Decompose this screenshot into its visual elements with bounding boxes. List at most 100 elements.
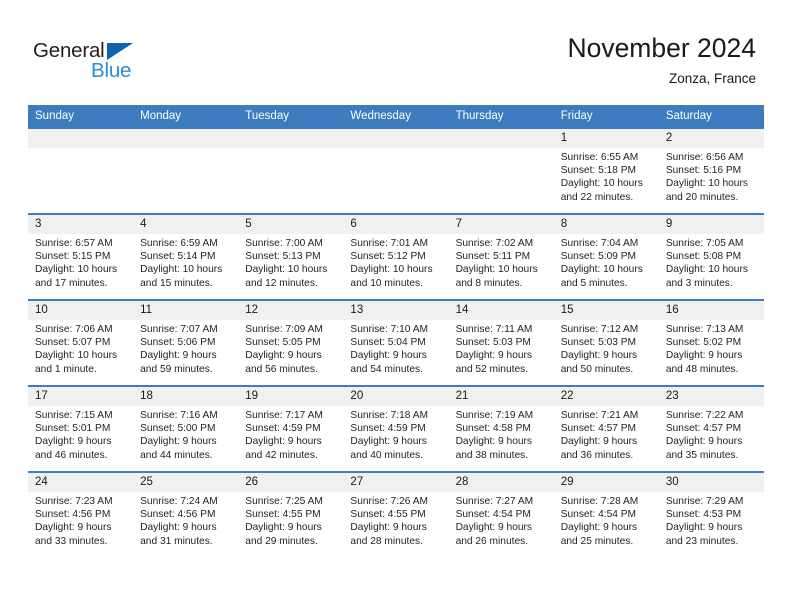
weekday-header-wednesday: Wednesday (343, 105, 449, 128)
day-number (343, 129, 449, 148)
day-detail-line: Sunrise: 7:00 AM (245, 238, 323, 249)
day-detail-line: and 52 minutes. (455, 363, 529, 375)
day-number: 20 (343, 387, 449, 406)
day-detail-line: and 42 minutes. (245, 449, 318, 461)
weekday-header-thursday: Thursday (448, 105, 554, 128)
calendar-day-cell[interactable]: 25 Sunrise: 7:24 AM Sunset: 4:56 PM Dayligh… (133, 471, 239, 557)
weekday-header-monday: Monday (133, 105, 239, 128)
day-detail-line: and 22 minutes. (560, 191, 634, 203)
day-cell-content: 9 Sunrise: 7:05 AM Sunset: 5:08 PM Daylight… (658, 215, 764, 299)
calendar-day-cell[interactable]: 6 Sunrise: 7:01 AM Sunset: 5:12 PM Daylight… (343, 213, 449, 300)
day-detail-line: and 56 minutes. (245, 363, 318, 375)
day-detail-line: Sunset: 5:02 PM (665, 337, 742, 349)
day-detail-line: and 25 minutes. (560, 535, 634, 547)
day-detail-line: Sunset: 5:07 PM (35, 337, 111, 349)
day-details: Sunrise: 7:18 AM Sunset: 4:59 PM Daylight:… (343, 406, 448, 462)
day-detail-line: Sunset: 5:06 PM (140, 337, 216, 349)
calendar-day-cell[interactable]: 26 Sunrise: 7:25 AM Sunset: 4:55 PM Dayligh… (238, 471, 344, 557)
day-cell-content: 21 Sunrise: 7:19 AM Sunset: 4:58 PM Dayligh… (448, 387, 554, 471)
day-cell-content: 10 Sunrise: 7:06 AM Sunset: 5:07 PM Dayligh… (28, 301, 134, 385)
day-details: Sunrise: 7:12 AM Sunset: 5:03 PM Daylight:… (554, 320, 659, 376)
day-details: Sunrise: 7:01 AM Sunset: 5:12 PM Daylight:… (343, 234, 448, 290)
day-details: Sunrise: 7:10 AM Sunset: 5:04 PM Daylight:… (343, 320, 448, 376)
day-detail-line: Sunrise: 7:01 AM (350, 238, 429, 249)
calendar-day-cell[interactable]: 8 Sunrise: 7:04 AM Sunset: 5:09 PM Daylight… (553, 213, 659, 300)
day-detail-line: Sunset: 5:03 PM (560, 337, 637, 349)
day-number: 9 (658, 215, 764, 234)
day-number: 19 (238, 387, 344, 406)
day-detail-line: and 59 minutes. (140, 363, 213, 375)
day-detail-line: Daylight: 10 hours (560, 178, 643, 190)
calendar-day-cell[interactable]: 15 Sunrise: 7:12 AM Sunset: 5:03 PM Dayligh… (553, 299, 659, 386)
day-detail-line: Sunset: 4:57 PM (560, 423, 637, 435)
calendar-day-cell[interactable]: 12 Sunrise: 7:09 AM Sunset: 5:05 PM Dayligh… (238, 299, 344, 386)
day-detail-line: and 15 minutes. (140, 277, 213, 289)
day-cell-content: 19 Sunrise: 7:17 AM Sunset: 4:59 PM Dayligh… (238, 387, 344, 471)
title-block: November 2024 Zonza, France (567, 32, 756, 88)
calendar-day-cell[interactable]: 24 Sunrise: 7:23 AM Sunset: 4:56 PM Dayligh… (28, 471, 134, 557)
calendar-day-cell[interactable]: 19 Sunrise: 7:17 AM Sunset: 4:59 PM Dayligh… (238, 385, 344, 472)
calendar-day-cell[interactable]: 11 Sunrise: 7:07 AM Sunset: 5:06 PM Dayligh… (133, 299, 239, 386)
day-detail-line: Sunrise: 7:11 AM (455, 324, 533, 335)
day-detail-line: Sunset: 4:53 PM (665, 509, 742, 521)
calendar-day-cell[interactable]: 3 Sunrise: 6:57 AM Sunset: 5:15 PM Daylight… (28, 213, 134, 300)
day-cell-content: 11 Sunrise: 7:07 AM Sunset: 5:06 PM Dayligh… (133, 301, 239, 385)
day-number: 14 (448, 301, 554, 320)
day-number: 13 (343, 301, 449, 320)
day-number: 3 (28, 215, 134, 234)
day-detail-line: Sunrise: 6:59 AM (140, 238, 218, 249)
day-detail-line: Sunset: 5:13 PM (245, 251, 321, 263)
day-detail-line: Sunrise: 6:55 AM (560, 152, 639, 163)
day-detail-line: Daylight: 9 hours (140, 350, 217, 362)
day-detail-line: Sunrise: 7:17 AM (245, 410, 323, 421)
calendar-day-cell[interactable]: 1 Sunrise: 6:55 AM Sunset: 5:18 PM Daylight… (553, 127, 659, 214)
calendar-day-cell[interactable]: 7 Sunrise: 7:02 AM Sunset: 5:11 PM Daylight… (448, 213, 554, 300)
day-detail-line: Daylight: 10 hours (665, 264, 748, 276)
day-number: 30 (658, 473, 764, 492)
calendar-day-cell[interactable]: 17 Sunrise: 7:15 AM Sunset: 5:01 PM Dayligh… (28, 385, 134, 472)
calendar-day-cell[interactable]: 21 Sunrise: 7:19 AM Sunset: 4:58 PM Dayligh… (448, 385, 554, 472)
calendar-day-cell[interactable]: 23 Sunrise: 7:22 AM Sunset: 4:57 PM Dayligh… (658, 385, 764, 472)
day-detail-line: and 33 minutes. (35, 535, 108, 547)
day-number (133, 129, 239, 148)
calendar-day-cell[interactable]: 18 Sunrise: 7:16 AM Sunset: 5:00 PM Dayligh… (133, 385, 239, 472)
day-detail-line: Sunrise: 7:28 AM (560, 496, 639, 507)
day-detail-line: and 29 minutes. (245, 535, 318, 547)
day-detail-line: Sunrise: 7:12 AM (560, 324, 639, 335)
calendar-day-cell[interactable]: 30 Sunrise: 7:29 AM Sunset: 4:53 PM Dayligh… (658, 471, 764, 557)
day-detail-line: Daylight: 9 hours (665, 436, 743, 448)
calendar-day-cell[interactable]: 28 Sunrise: 7:27 AM Sunset: 4:54 PM Dayligh… (448, 471, 554, 557)
day-number: 7 (448, 215, 554, 234)
general-blue-logo[interactable]: General Blue (33, 40, 163, 86)
calendar-day-cell[interactable]: 2 Sunrise: 6:56 AM Sunset: 5:16 PM Daylight… (658, 127, 764, 214)
day-detail-line: and 28 minutes. (350, 535, 423, 547)
calendar-day-cell[interactable]: 14 Sunrise: 7:11 AM Sunset: 5:03 PM Dayligh… (448, 299, 554, 386)
day-detail-line: Sunrise: 7:09 AM (245, 324, 323, 335)
calendar-day-cell[interactable]: 20 Sunrise: 7:18 AM Sunset: 4:59 PM Dayligh… (343, 385, 449, 472)
calendar-day-cell[interactable]: 4 Sunrise: 6:59 AM Sunset: 5:14 PM Daylight… (133, 213, 239, 300)
day-number: 24 (28, 473, 134, 492)
calendar-day-cell[interactable]: 27 Sunrise: 7:26 AM Sunset: 4:55 PM Dayligh… (343, 471, 449, 557)
weekday-header-friday: Friday (553, 105, 659, 128)
day-number: 6 (343, 215, 449, 234)
day-detail-line: and 20 minutes. (665, 191, 739, 203)
calendar-day-cell[interactable]: 29 Sunrise: 7:28 AM Sunset: 4:54 PM Dayligh… (553, 471, 659, 557)
day-detail-line: Sunset: 5:03 PM (455, 337, 531, 349)
calendar-day-cell[interactable]: 16 Sunrise: 7:13 AM Sunset: 5:02 PM Dayligh… (658, 299, 764, 386)
day-detail-line: Daylight: 9 hours (245, 350, 322, 362)
calendar-day-cell[interactable]: 9 Sunrise: 7:05 AM Sunset: 5:08 PM Daylight… (658, 213, 764, 300)
day-details: Sunrise: 7:06 AM Sunset: 5:07 PM Daylight:… (28, 320, 133, 376)
day-detail-line: Sunset: 4:59 PM (350, 423, 426, 435)
day-detail-line: and 8 minutes. (455, 277, 523, 289)
calendar-day-cell[interactable]: 22 Sunrise: 7:21 AM Sunset: 4:57 PM Dayligh… (553, 385, 659, 472)
calendar-day-cell[interactable]: 5 Sunrise: 7:00 AM Sunset: 5:13 PM Daylight… (238, 213, 344, 300)
calendar-day-cell[interactable]: 13 Sunrise: 7:10 AM Sunset: 5:04 PM Dayligh… (343, 299, 449, 386)
day-cell-content: 20 Sunrise: 7:18 AM Sunset: 4:59 PM Dayligh… (343, 387, 449, 471)
day-detail-line: Sunset: 4:55 PM (245, 509, 321, 521)
day-cell-content (238, 129, 344, 213)
calendar-header-row: Sunday Monday Tuesday Wednesday Thursday Frid… (28, 105, 764, 128)
day-detail-line: and 38 minutes. (455, 449, 529, 461)
day-cell-content: 14 Sunrise: 7:11 AM Sunset: 5:03 PM Dayligh… (448, 301, 554, 385)
calendar-day-cell[interactable]: 10 Sunrise: 7:06 AM Sunset: 5:07 PM Dayligh… (28, 299, 134, 386)
day-detail-line: Daylight: 10 hours (245, 264, 328, 276)
